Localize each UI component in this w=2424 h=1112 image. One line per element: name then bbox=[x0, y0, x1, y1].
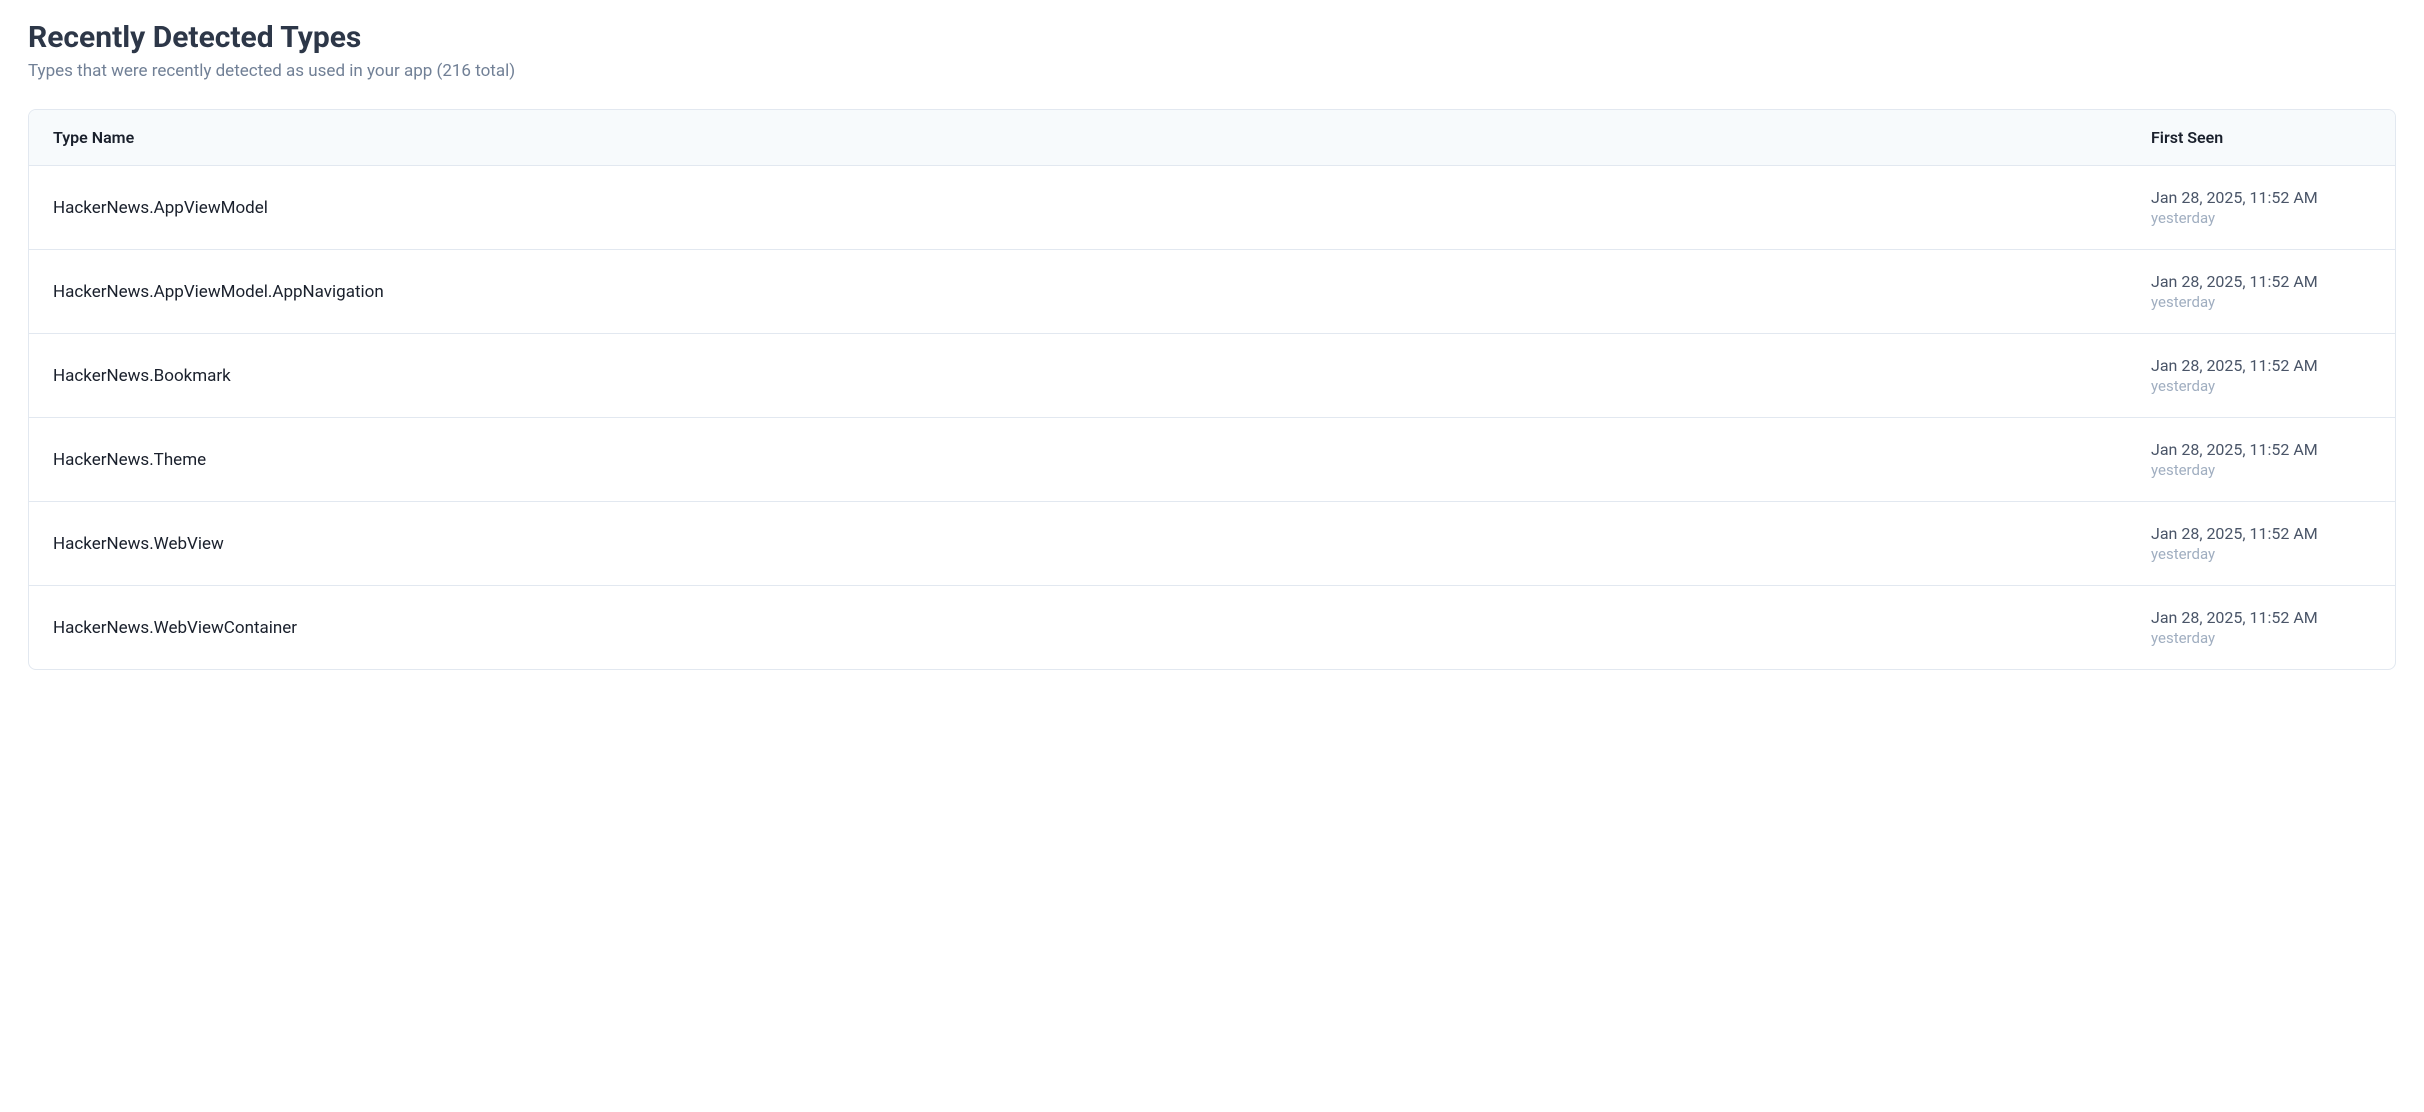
first-seen-relative: yesterday bbox=[2151, 461, 2371, 479]
first-seen-cell: Jan 28, 2025, 11:52 AM yesterday bbox=[2151, 188, 2371, 227]
type-name-cell: HackerNews.Theme bbox=[53, 450, 2151, 470]
first-seen-relative: yesterday bbox=[2151, 377, 2371, 395]
table-header: Type Name First Seen bbox=[29, 110, 2395, 166]
first-seen-date: Jan 28, 2025, 11:52 AM bbox=[2151, 524, 2371, 543]
type-name-cell: HackerNews.WebView bbox=[53, 534, 2151, 554]
first-seen-relative: yesterday bbox=[2151, 629, 2371, 647]
first-seen-cell: Jan 28, 2025, 11:52 AM yesterday bbox=[2151, 608, 2371, 647]
table-row[interactable]: HackerNews.AppViewModel.AppNavigation Ja… bbox=[29, 250, 2395, 334]
type-name-cell: HackerNews.AppViewModel bbox=[53, 198, 2151, 218]
first-seen-date: Jan 28, 2025, 11:52 AM bbox=[2151, 440, 2371, 459]
types-table: Type Name First Seen HackerNews.AppViewM… bbox=[28, 109, 2396, 670]
column-header-type-name: Type Name bbox=[53, 128, 2151, 147]
page-subtitle: Types that were recently detected as use… bbox=[28, 61, 2396, 81]
first-seen-date: Jan 28, 2025, 11:52 AM bbox=[2151, 272, 2371, 291]
first-seen-relative: yesterday bbox=[2151, 293, 2371, 311]
first-seen-cell: Jan 28, 2025, 11:52 AM yesterday bbox=[2151, 524, 2371, 563]
table-row[interactable]: HackerNews.Theme Jan 28, 2025, 11:52 AM … bbox=[29, 418, 2395, 502]
table-row[interactable]: HackerNews.WebViewContainer Jan 28, 2025… bbox=[29, 586, 2395, 669]
first-seen-cell: Jan 28, 2025, 11:52 AM yesterday bbox=[2151, 356, 2371, 395]
type-name-cell: HackerNews.Bookmark bbox=[53, 366, 2151, 386]
type-name-cell: HackerNews.WebViewContainer bbox=[53, 618, 2151, 638]
page-title: Recently Detected Types bbox=[28, 20, 2396, 55]
table-row[interactable]: HackerNews.AppViewModel Jan 28, 2025, 11… bbox=[29, 166, 2395, 250]
first-seen-date: Jan 28, 2025, 11:52 AM bbox=[2151, 356, 2371, 375]
type-name-cell: HackerNews.AppViewModel.AppNavigation bbox=[53, 282, 2151, 302]
page-container: Recently Detected Types Types that were … bbox=[28, 20, 2396, 670]
first-seen-cell: Jan 28, 2025, 11:52 AM yesterday bbox=[2151, 440, 2371, 479]
first-seen-date: Jan 28, 2025, 11:52 AM bbox=[2151, 188, 2371, 207]
first-seen-relative: yesterday bbox=[2151, 545, 2371, 563]
first-seen-cell: Jan 28, 2025, 11:52 AM yesterday bbox=[2151, 272, 2371, 311]
table-row[interactable]: HackerNews.WebView Jan 28, 2025, 11:52 A… bbox=[29, 502, 2395, 586]
table-row[interactable]: HackerNews.Bookmark Jan 28, 2025, 11:52 … bbox=[29, 334, 2395, 418]
column-header-first-seen: First Seen bbox=[2151, 128, 2371, 147]
first-seen-relative: yesterday bbox=[2151, 209, 2371, 227]
first-seen-date: Jan 28, 2025, 11:52 AM bbox=[2151, 608, 2371, 627]
